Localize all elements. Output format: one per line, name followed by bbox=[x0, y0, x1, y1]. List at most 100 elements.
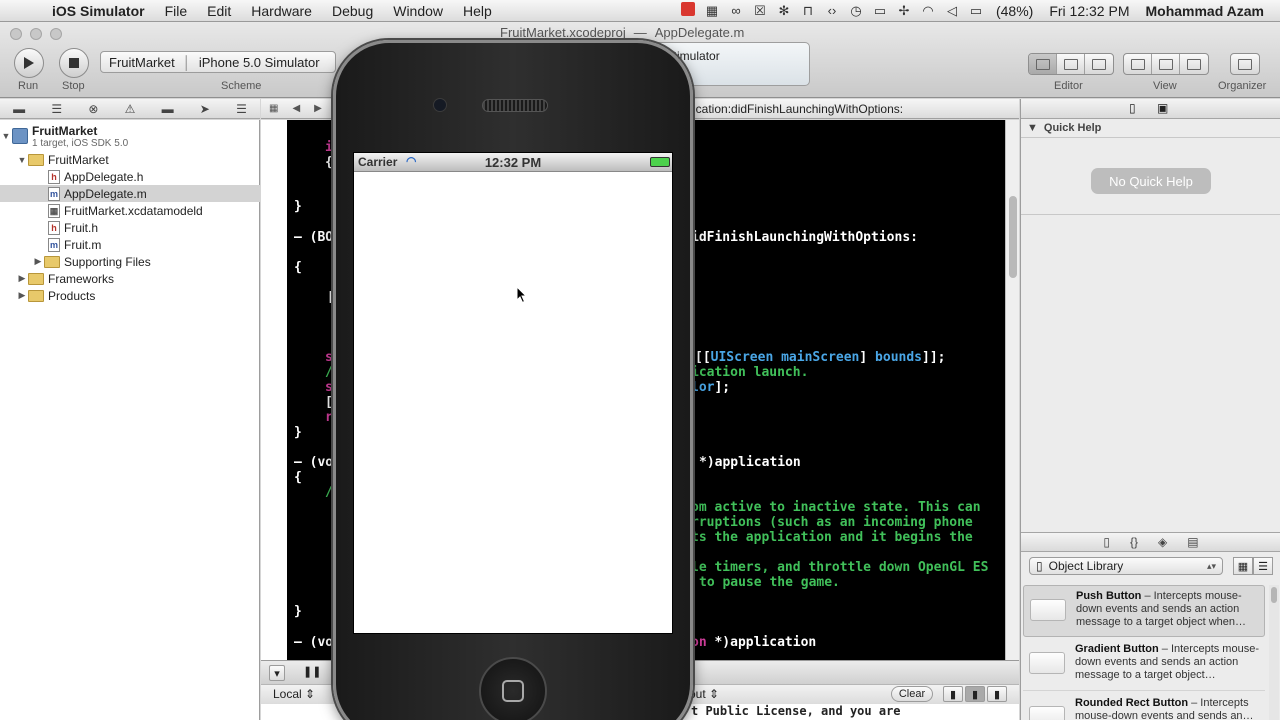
library-item-gradient-button[interactable]: Gradient Button – Intercepts mouse-down … bbox=[1023, 639, 1265, 691]
breakpoint-navigator-icon[interactable]: ➤ bbox=[200, 102, 210, 116]
file-row[interactable]: h Fruit.h bbox=[0, 219, 260, 236]
pause-icon[interactable]: ❚❚ bbox=[303, 665, 321, 678]
project-navigator-icon[interactable]: ▬ bbox=[13, 102, 25, 116]
library-popup[interactable]: ▯ Object Library ▴▾ bbox=[1029, 557, 1223, 575]
project-row[interactable]: ▼ FruitMarket 1 target, iOS SDK 5.0 bbox=[0, 122, 260, 150]
debug-toggle-icon[interactable] bbox=[1152, 54, 1180, 74]
editor-gutter[interactable] bbox=[261, 120, 287, 660]
battery-percent: (48%) bbox=[995, 2, 1034, 19]
file-row[interactable]: m Fruit.m bbox=[0, 236, 260, 253]
symbol-navigator-icon[interactable]: ☰ bbox=[51, 102, 62, 116]
code-comment: om active to inactive state. This can bbox=[691, 500, 981, 515]
scrollbar-thumb[interactable] bbox=[1009, 196, 1017, 278]
navigator-toggle-icon[interactable] bbox=[1124, 54, 1152, 74]
standard-editor-icon[interactable] bbox=[1029, 54, 1057, 74]
window-minimize-button[interactable] bbox=[30, 28, 42, 40]
scrollbar-thumb[interactable] bbox=[1271, 587, 1277, 603]
scheme-target[interactable]: FruitMarket bbox=[109, 55, 175, 70]
time-machine-icon[interactable]: ◷ bbox=[844, 3, 868, 19]
log-navigator-icon[interactable]: ☰ bbox=[236, 102, 247, 116]
group-row[interactable]: ▼ FruitMarket bbox=[0, 151, 260, 168]
link-icon[interactable]: ∞ bbox=[724, 3, 748, 18]
issue-navigator-icon[interactable]: ⚠ bbox=[125, 102, 136, 116]
home-button[interactable] bbox=[479, 657, 547, 720]
utilities-toggle-icon[interactable] bbox=[1180, 54, 1208, 74]
group-row[interactable]: ▶ Frameworks bbox=[0, 270, 260, 287]
disclosure-open-icon[interactable]: ▼ bbox=[16, 155, 28, 165]
scheme-popup[interactable]: FruitMarket │ iPhone 5.0 Simulator bbox=[100, 51, 336, 73]
quick-help-header[interactable]: ▼ Quick Help bbox=[1021, 119, 1280, 138]
layout-right-icon[interactable]: ▮ bbox=[987, 686, 1007, 702]
menu-hardware[interactable]: Hardware bbox=[241, 0, 322, 22]
volume-icon[interactable]: ◁ bbox=[940, 3, 964, 19]
lock-icon[interactable]: ⊓ bbox=[796, 3, 820, 19]
organizer-button[interactable] bbox=[1230, 53, 1260, 75]
library-item-push-button[interactable]: Push Button – Intercepts mouse-down even… bbox=[1023, 585, 1265, 637]
assistant-editor-icon[interactable] bbox=[1057, 54, 1085, 74]
group-row[interactable]: ▶ Supporting Files bbox=[0, 253, 260, 270]
file-row-selected[interactable]: m AppDelegate.m bbox=[0, 185, 260, 202]
wifi-icon[interactable]: ◠ bbox=[916, 3, 940, 19]
bluetooth-icon[interactable]: ✢ bbox=[892, 3, 916, 19]
simulator-screen[interactable]: Carrier ◠ 12:32 PM bbox=[353, 152, 673, 634]
object-library-icon[interactable]: ◈ bbox=[1158, 535, 1167, 549]
quick-help-icon[interactable]: ▣ bbox=[1157, 101, 1168, 115]
menu-file[interactable]: File bbox=[155, 0, 198, 22]
disclosure-open-icon[interactable]: ▼ bbox=[1027, 122, 1038, 134]
debug-navigator-icon[interactable]: ▬ bbox=[162, 102, 174, 116]
local-variables-popup[interactable]: Local ⇕ bbox=[273, 687, 315, 701]
disclosure-open-icon[interactable]: ▼ bbox=[0, 131, 12, 141]
search-navigator-icon[interactable]: ⊗ bbox=[88, 102, 98, 116]
library-scrollbar[interactable] bbox=[1269, 585, 1279, 720]
menu-clock[interactable]: Fri 12:32 PM bbox=[1041, 3, 1137, 19]
related-files-icon[interactable]: ▦ bbox=[269, 103, 278, 114]
back-arrow-icon[interactable]: ◀ bbox=[292, 103, 300, 114]
library-item-rounded-rect-button[interactable]: Rounded Rect Button – Intercepts mouse-d… bbox=[1023, 693, 1265, 720]
file-row[interactable]: h AppDelegate.h bbox=[0, 168, 260, 185]
menu-app[interactable]: iOS Simulator bbox=[42, 0, 155, 22]
user-name[interactable]: Mohammad Azam bbox=[1137, 3, 1280, 19]
run-button[interactable] bbox=[14, 48, 44, 78]
disclosure-closed-icon[interactable]: ▶ bbox=[32, 256, 44, 267]
close-box-icon[interactable]: ☒ bbox=[748, 3, 772, 19]
layout-both-icon[interactable]: ▮ bbox=[965, 686, 985, 702]
run-label: Run bbox=[18, 80, 39, 92]
jump-bar-path[interactable]: ication:didFinishLaunchingWithOptions: bbox=[693, 102, 903, 116]
doc-tab-project[interactable]: FruitMarket.xcodeproj bbox=[500, 25, 626, 40]
red-app-icon[interactable] bbox=[676, 2, 700, 19]
view-segmented-control[interactable] bbox=[1123, 53, 1209, 75]
stop-button[interactable] bbox=[59, 48, 89, 78]
code-snippet-icon[interactable]: {} bbox=[1130, 535, 1138, 549]
layout-left-icon[interactable]: ▮ bbox=[943, 686, 963, 702]
menu-edit[interactable]: Edit bbox=[197, 0, 241, 22]
menu-debug[interactable]: Debug bbox=[322, 0, 383, 22]
output-popup[interactable]: out ⇕ bbox=[689, 687, 719, 701]
battery-icon[interactable]: ▭ bbox=[964, 3, 988, 19]
gear-icon[interactable]: ✻ bbox=[772, 3, 796, 19]
grid-view-icon[interactable]: ▦ bbox=[1233, 557, 1253, 575]
file-template-icon[interactable]: ▯ bbox=[1103, 535, 1110, 549]
scheme-destination[interactable]: iPhone 5.0 Simulator bbox=[199, 55, 320, 70]
editor-segmented-control[interactable] bbox=[1028, 53, 1114, 75]
file-inspector-icon[interactable]: ▯ bbox=[1129, 101, 1136, 115]
media-library-icon[interactable]: ▤ bbox=[1187, 535, 1198, 549]
code-icon[interactable]: ‹› bbox=[820, 3, 844, 18]
clear-button[interactable]: Clear bbox=[891, 686, 933, 702]
doc-tab-file[interactable]: AppDelegate.m bbox=[655, 25, 745, 40]
window-close-button[interactable] bbox=[10, 28, 22, 40]
disclosure-closed-icon[interactable]: ▶ bbox=[16, 290, 28, 301]
window-zoom-button[interactable] bbox=[50, 28, 62, 40]
forward-arrow-icon[interactable]: ▶ bbox=[314, 103, 322, 114]
disclosure-closed-icon[interactable]: ▶ bbox=[16, 273, 28, 284]
menu-window[interactable]: Window bbox=[383, 0, 453, 22]
grid-icon[interactable]: ▦ bbox=[700, 3, 724, 19]
hide-debug-icon[interactable]: ▾ bbox=[269, 665, 285, 681]
version-editor-icon[interactable] bbox=[1085, 54, 1113, 74]
group-row[interactable]: ▶ Products bbox=[0, 287, 260, 304]
organizer-icon[interactable] bbox=[1231, 54, 1259, 74]
list-view-icon[interactable]: ☰ bbox=[1253, 557, 1273, 575]
editor-scrollbar[interactable] bbox=[1005, 120, 1019, 660]
menu-help[interactable]: Help bbox=[453, 0, 502, 22]
display-icon[interactable]: ▭ bbox=[868, 3, 892, 19]
file-row[interactable]: ▦ FruitMarket.xcdatamodeld bbox=[0, 202, 260, 219]
